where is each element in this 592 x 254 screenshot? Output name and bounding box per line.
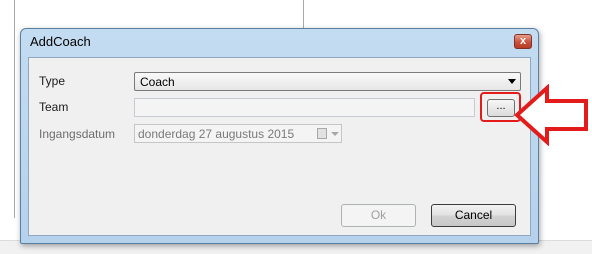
calendar-checkbox-icon[interactable] <box>317 128 327 139</box>
browse-team-button[interactable]: ... <box>487 99 515 117</box>
dialog-title: AddCoach <box>30 34 91 49</box>
type-label: Type <box>39 74 66 88</box>
close-icon: x <box>519 35 527 47</box>
chevron-down-icon[interactable] <box>331 132 339 136</box>
background-window-edge-left <box>14 0 15 218</box>
ok-button[interactable]: Ok <box>341 204 416 227</box>
left-arrow-annotation-icon <box>514 84 588 146</box>
type-dropdown[interactable]: Coach <box>134 72 521 91</box>
date-value: donderdag 27 augustus 2015 <box>138 127 295 141</box>
dialog-titlebar[interactable]: AddCoach x <box>21 29 538 55</box>
add-coach-dialog: AddCoach x Type Coach Team ... Ingangsda… <box>20 28 539 244</box>
type-dropdown-value: Coach <box>140 75 175 89</box>
background-window-edge-middle <box>303 0 304 30</box>
dialog-content: Type Coach Team ... Ingangsdatum donderd… <box>28 57 531 236</box>
cancel-button[interactable]: Cancel <box>431 204 516 227</box>
close-button[interactable]: x <box>514 34 532 49</box>
ingangsdatum-label: Ingangsdatum <box>39 127 116 141</box>
ingangsdatum-date-picker[interactable]: donderdag 27 augustus 2015 <box>134 124 342 143</box>
team-field[interactable] <box>134 98 475 117</box>
team-label: Team <box>39 100 69 114</box>
